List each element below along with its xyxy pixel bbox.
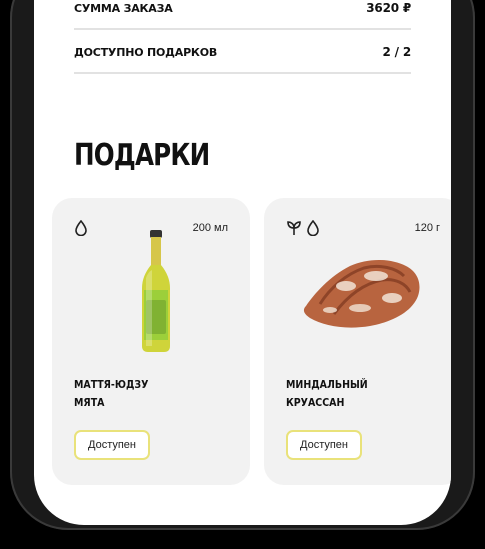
drop-icon bbox=[306, 219, 320, 241]
drop-icon bbox=[74, 219, 88, 241]
order-total-label: СУММА ЗАКАЗА bbox=[74, 1, 173, 15]
gift-card[interactable]: 120 г МИНДАЛЬНЫЙ КРУАССАН Доступен bbox=[264, 198, 451, 485]
status-badge[interactable]: Доступен bbox=[74, 430, 151, 460]
gift-name: МАТТЯ-ЮДЗУ МЯТА bbox=[74, 378, 149, 409]
gift-amount: 120 г bbox=[414, 222, 440, 234]
bottle-image bbox=[142, 230, 170, 352]
gift-amount: 200 мл bbox=[192, 222, 228, 234]
status-badge[interactable]: Доступен bbox=[286, 430, 363, 460]
gift-name: МИНДАЛЬНЫЙ КРУАССАН bbox=[286, 378, 368, 409]
app-screen: СУММА ЗАКАЗА 3620 ₽ ДОСТУПНО ПОДАРКОВ 2 … bbox=[34, 0, 451, 525]
order-total-value: 3620 ₽ bbox=[366, 1, 411, 15]
order-total-row: СУММА ЗАКАЗА 3620 ₽ bbox=[74, 0, 411, 30]
croissant-image bbox=[303, 260, 420, 328]
card-icons bbox=[286, 219, 320, 241]
gifts-available-value: 2 / 2 bbox=[382, 45, 412, 59]
card-icons bbox=[74, 219, 88, 241]
gifts-section-title: ПОДАРКИ bbox=[74, 138, 210, 173]
gift-card[interactable]: 200 мл МАТТЯ-ЮДЗУ МЯТА Доступен bbox=[52, 198, 250, 485]
gifts-available-label: ДОСТУПНО ПОДАРКОВ bbox=[74, 45, 218, 59]
gifts-available-row: ДОСТУПНО ПОДАРКОВ 2 / 2 bbox=[74, 32, 411, 74]
leaf-icon bbox=[286, 220, 302, 241]
